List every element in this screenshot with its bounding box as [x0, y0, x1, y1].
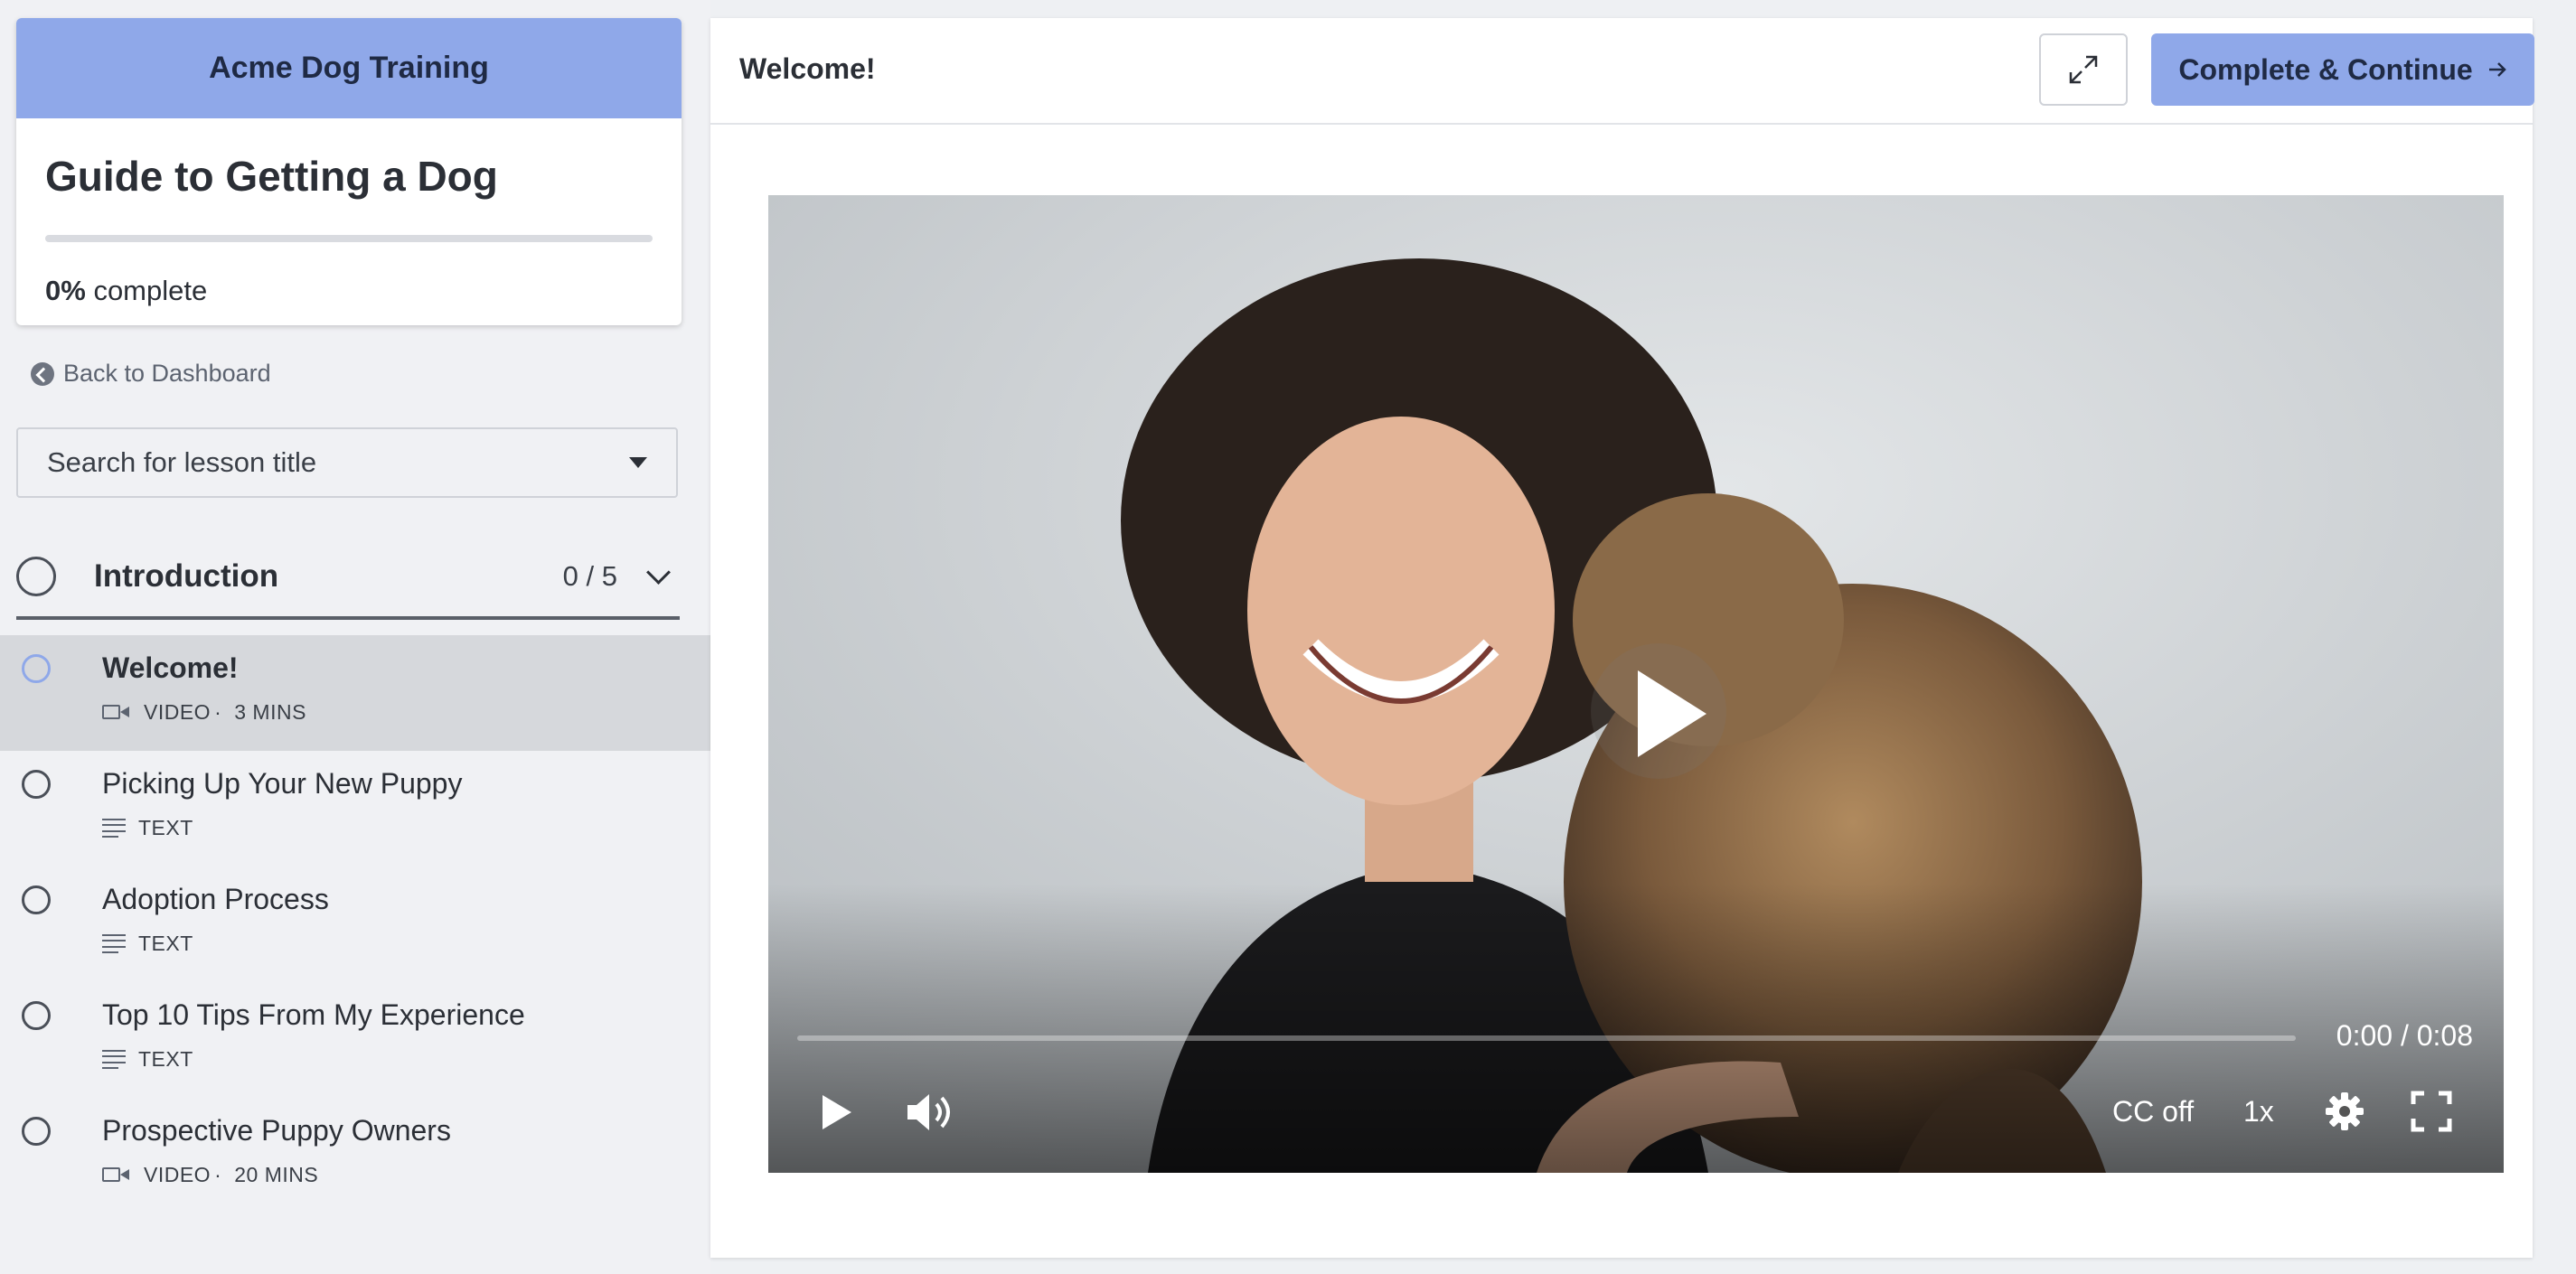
lesson-status-circle-icon: [22, 1001, 51, 1030]
lesson-content-panel: Welcome! Complete & Continue 0:00 / 0:08…: [710, 18, 2534, 1258]
caret-down-icon: [629, 457, 647, 468]
text-lines-icon: [102, 933, 126, 954]
text-lines-icon: [102, 1049, 126, 1070]
lesson-meta: TEXT: [102, 816, 193, 840]
video-icon: [102, 704, 131, 722]
complete-button-label: Complete & Continue: [2178, 52, 2473, 86]
lesson-status-circle-icon: [22, 1117, 51, 1146]
meta-separator: ·: [214, 1163, 222, 1186]
chapter-divider: [16, 616, 680, 620]
lesson-duration: 3 MINS: [234, 700, 306, 724]
lesson-title: Prospective Puppy Owners: [102, 1114, 451, 1147]
video-icon: [102, 1166, 131, 1185]
search-placeholder: Search for lesson title: [47, 446, 317, 478]
course-sidebar: Acme Dog Training Guide to Getting a Dog…: [0, 0, 710, 1274]
chapter-title: Introduction: [94, 558, 279, 594]
play-icon[interactable]: [823, 1095, 851, 1129]
lesson-type: TEXT: [138, 932, 193, 955]
lesson-type: TEXT: [138, 1047, 193, 1071]
lesson-title: Top 10 Tips From My Experience: [102, 998, 525, 1031]
chapter-header[interactable]: Introduction 0 / 5: [16, 533, 680, 620]
back-arrow-icon: [31, 361, 54, 386]
lesson-list: Welcome! VIDEO · 3 MINS Picking Up Your N…: [0, 635, 710, 1213]
lesson-status-circle-icon: [22, 770, 51, 799]
school-name[interactable]: Acme Dog Training: [16, 18, 682, 118]
progress-suffix: complete: [93, 275, 208, 306]
progress-percent: 0%: [45, 275, 86, 306]
video-player[interactable]: 0:00 / 0:08 CC off 1x: [768, 195, 2504, 1173]
playback-speed[interactable]: 1x: [2243, 1095, 2274, 1129]
captions-toggle[interactable]: CC off: [2112, 1095, 2194, 1129]
video-scrubber[interactable]: [797, 1035, 2296, 1041]
lesson-title: Adoption Process: [102, 883, 329, 915]
chevron-down-icon[interactable]: [646, 559, 671, 585]
lesson-title: Welcome!: [102, 651, 239, 684]
lesson-item[interactable]: Picking Up Your New Puppy TEXT: [0, 751, 710, 867]
lesson-type: TEXT: [138, 816, 193, 839]
back-link-label: Back to Dashboard: [63, 360, 271, 387]
text-lines-icon: [102, 818, 126, 838]
chapter-status-circle-icon: [16, 557, 56, 596]
lesson-type: VIDEO: [144, 1163, 212, 1186]
course-progress-text: 0% complete: [45, 275, 207, 307]
lesson-meta: TEXT: [102, 932, 193, 956]
lesson-header-bar: Welcome! Complete & Continue: [710, 18, 2534, 125]
complete-and-continue-button[interactable]: Complete & Continue: [2151, 33, 2534, 106]
lesson-meta: VIDEO · 20 MINS: [102, 1163, 318, 1187]
lesson-type: VIDEO: [144, 700, 212, 724]
chapter-count: 0 / 5: [562, 560, 617, 592]
course-title: Guide to Getting a Dog: [45, 153, 498, 200]
expand-arrows-icon: [2069, 55, 2098, 84]
lesson-duration: 20 MINS: [234, 1163, 319, 1186]
expand-view-button[interactable]: [2039, 33, 2128, 106]
big-play-button[interactable]: [1591, 643, 1726, 779]
video-time: 0:00 / 0:08: [2336, 1019, 2473, 1052]
controls-overlay: [768, 884, 2504, 1173]
course-card: Acme Dog Training Guide to Getting a Dog…: [16, 18, 682, 325]
volume-icon[interactable]: [904, 1090, 958, 1135]
lesson-meta: VIDEO · 3 MINS: [102, 700, 306, 725]
lesson-status-circle-icon: [22, 654, 51, 683]
lesson-search-dropdown[interactable]: Search for lesson title: [16, 427, 678, 498]
back-to-dashboard-link[interactable]: Back to Dashboard: [31, 360, 271, 388]
settings-gear-icon[interactable]: [2323, 1090, 2366, 1133]
lesson-item[interactable]: Adoption Process TEXT: [0, 867, 710, 982]
fullscreen-icon[interactable]: [2410, 1090, 2453, 1133]
lesson-title: Picking Up Your New Puppy: [102, 767, 463, 800]
lesson-heading: Welcome!: [739, 52, 876, 85]
lesson-item[interactable]: Prospective Puppy Owners VIDEO · 20 MINS: [0, 1098, 710, 1213]
lesson-item[interactable]: Welcome! VIDEO · 3 MINS: [0, 635, 710, 751]
arrow-right-icon: [2488, 62, 2506, 77]
lesson-status-circle-icon: [22, 885, 51, 914]
lesson-item[interactable]: Top 10 Tips From My Experience TEXT: [0, 982, 710, 1098]
course-progress-bar: [45, 235, 653, 242]
meta-separator: ·: [214, 700, 222, 724]
lesson-meta: TEXT: [102, 1047, 193, 1072]
